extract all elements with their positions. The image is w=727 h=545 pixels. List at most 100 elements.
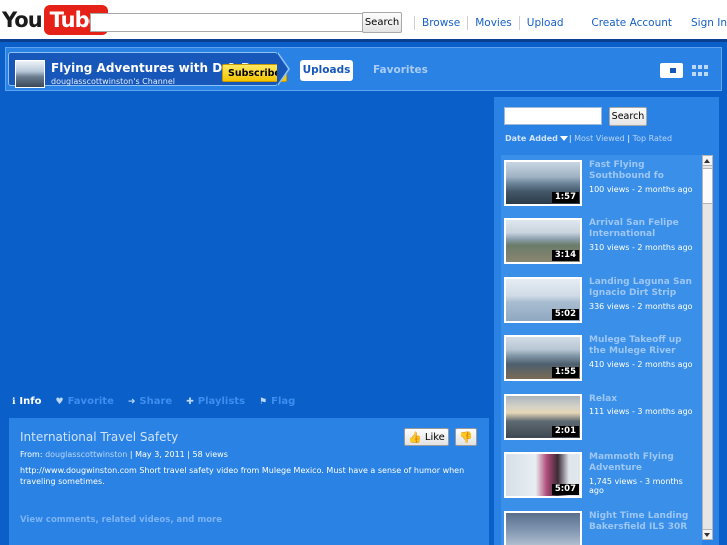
share-label: Share [139, 396, 173, 407]
video-duration: 5:07 [551, 484, 579, 495]
flag-label: Flag [271, 396, 296, 407]
video-duration: 2:01 [551, 426, 579, 437]
logo-you-text: You [2, 8, 43, 32]
channel-title: Flying Adventures with D & D [51, 61, 251, 75]
like-label: Like [424, 431, 445, 443]
info-icon: ℹ [12, 396, 16, 407]
create-account-link[interactable]: Create Account [591, 16, 672, 30]
search-button[interactable]: Search [362, 12, 402, 33]
top-bar: You Tube Search Browse Movies Upload Cre… [0, 0, 727, 42]
dislike-button[interactable]: 👎 [455, 428, 477, 446]
video-duration: 5:02 [551, 309, 579, 320]
list-item[interactable]: 5:02 Landing Laguna San Ignacio Dirt Str… [501, 272, 702, 330]
video-player[interactable] [8, 97, 491, 387]
channel-avatar[interactable] [15, 60, 45, 88]
view-count: 58 views [192, 450, 228, 459]
video-actions: ℹ Info ♥ Favorite ➜ Share ✚ Playlists ⚑ … [12, 396, 309, 407]
video-item-title[interactable]: Arrival San Felipe International [589, 218, 697, 240]
video-description: http://www.dougwinston.com Short travel … [20, 466, 465, 486]
video-item-views: 336 views - 2 months ago [589, 302, 693, 311]
info-tab[interactable]: ℹ Info [12, 396, 41, 407]
scroll-up-icon[interactable] [703, 156, 712, 166]
scroll-thumb[interactable] [703, 168, 712, 204]
video-thumbnail[interactable]: 2:01 [504, 394, 582, 440]
list-item[interactable]: 1:57 Fast Flying Southbound fo 100 views… [501, 155, 702, 213]
video-thumbnail[interactable]: 1:55 [504, 335, 582, 381]
channel-header: Flying Adventures with D & D douglasscot… [5, 47, 722, 91]
video-item-views: 310 views - 2 months ago [589, 243, 693, 252]
caret-down-icon [559, 136, 568, 141]
video-thumbnail[interactable]: 5:07 [504, 452, 582, 498]
video-list-scrollbar[interactable] [702, 155, 713, 540]
nav-movies[interactable]: Movies [467, 16, 519, 30]
flag-icon: ⚑ [259, 396, 268, 407]
more-link[interactable]: View comments, related videos, and more [20, 515, 222, 525]
heart-icon: ♥ [55, 396, 64, 407]
sign-in-link[interactable]: Sign In [691, 16, 727, 30]
like-button[interactable]: 👍 Like [404, 428, 449, 446]
playlists-label: Playlists [197, 396, 246, 407]
share-link[interactable]: ➜ Share [128, 396, 172, 407]
player-view-icon[interactable] [660, 63, 683, 78]
thumbs-down-icon: 👎 [459, 431, 473, 444]
upload-date: May 3, 2011 [135, 450, 185, 459]
grid-view-icon[interactable] [692, 65, 708, 76]
nav-upload[interactable]: Upload [518, 16, 571, 30]
video-list: 1:57 Fast Flying Southbound fo 100 views… [501, 155, 702, 545]
favorite-label: Favorite [67, 396, 114, 407]
flag-link[interactable]: ⚑ Flag [259, 396, 295, 407]
thumbs-up-icon: 👍 [408, 430, 422, 444]
video-title: International Travel Safety [20, 430, 179, 444]
top-nav: Browse Movies Upload [414, 16, 571, 30]
video-item-views: 100 views - 2 months ago [589, 185, 693, 194]
video-item-views: 1,745 views - 3 months ago [589, 477, 683, 495]
tab-uploads[interactable]: Uploads [300, 60, 353, 81]
video-item-views: 111 views - 3 months ago [589, 407, 693, 416]
channel-info: Flying Adventures with D & D douglasscot… [8, 52, 287, 88]
video-duration: 1:57 [551, 192, 579, 203]
info-label: Info [19, 396, 42, 407]
video-item-title[interactable]: Landing Laguna San Ignacio Dirt Strip [589, 277, 697, 299]
nav-browse[interactable]: Browse [414, 16, 467, 30]
list-item[interactable]: 1:55 Mulege Takeoff up the Mulege River … [501, 330, 702, 388]
video-meta: From: douglasscottwinston | May 3, 2011 … [20, 450, 228, 459]
channel-search-button[interactable]: Search [609, 107, 647, 126]
channel-arrow [277, 53, 288, 85]
video-duration: 3:14 [551, 250, 579, 261]
video-item-title[interactable]: Night Time Landing Bakersfield ILS 30R [589, 511, 697, 533]
video-item-title[interactable]: Relax [589, 394, 697, 405]
playlists-link[interactable]: ✚ Playlists [186, 396, 245, 407]
video-thumbnail[interactable]: 5:02 [504, 277, 582, 323]
scroll-down-icon[interactable] [703, 529, 712, 539]
channel-search-input[interactable] [504, 107, 602, 125]
sort-sep: | [627, 134, 631, 143]
video-info-panel: International Travel Safety 👍 Like 👎 Fro… [9, 418, 489, 545]
sort-most-viewed[interactable]: Most Viewed [574, 134, 625, 143]
video-item-title[interactable]: Mulege Takeoff up the Mulege River [589, 335, 697, 357]
from-label: From: [20, 450, 43, 459]
sort-date-added[interactable]: Date Added [505, 134, 558, 143]
sort-sep: | [568, 134, 572, 143]
video-thumbnail[interactable]: 3:14 [504, 218, 582, 264]
channel-videos-sidebar: Search Date Added | Most Viewed | Top Rat… [494, 97, 719, 545]
sort-top-rated[interactable]: Top Rated [633, 134, 672, 143]
video-thumbnail[interactable]: 1:57 [504, 160, 582, 206]
sort-options: Date Added | Most Viewed | Top Rated [505, 134, 672, 143]
list-item[interactable]: 3:14 Arrival San Felipe International 31… [501, 213, 702, 271]
arrow-right-icon: ➜ [127, 396, 136, 407]
list-item[interactable]: 5:07 Mammoth Flying Adventure 1,745 view… [501, 447, 702, 505]
search-input[interactable] [90, 13, 363, 32]
video-item-views: 410 views - 2 months ago [589, 360, 693, 369]
tab-favorites[interactable]: Favorites [373, 60, 428, 81]
video-item-title[interactable]: Mammoth Flying Adventure [589, 452, 697, 474]
favorite-link[interactable]: ♥ Favorite [55, 396, 113, 407]
account-links: Create Account Sign In [591, 16, 727, 30]
list-item[interactable]: Night Time Landing Bakersfield ILS 30R [501, 506, 702, 545]
list-item[interactable]: 2:01 Relax 111 views - 3 months ago [501, 389, 702, 447]
video-duration: 1:55 [551, 367, 579, 378]
plus-icon: ✚ [186, 396, 194, 407]
channel-subtitle: douglasscottwinston's Channel [51, 77, 176, 86]
video-item-title[interactable]: Fast Flying Southbound fo [589, 160, 697, 182]
video-thumbnail[interactable] [504, 511, 582, 545]
author-link[interactable]: douglasscottwinston [45, 450, 127, 459]
